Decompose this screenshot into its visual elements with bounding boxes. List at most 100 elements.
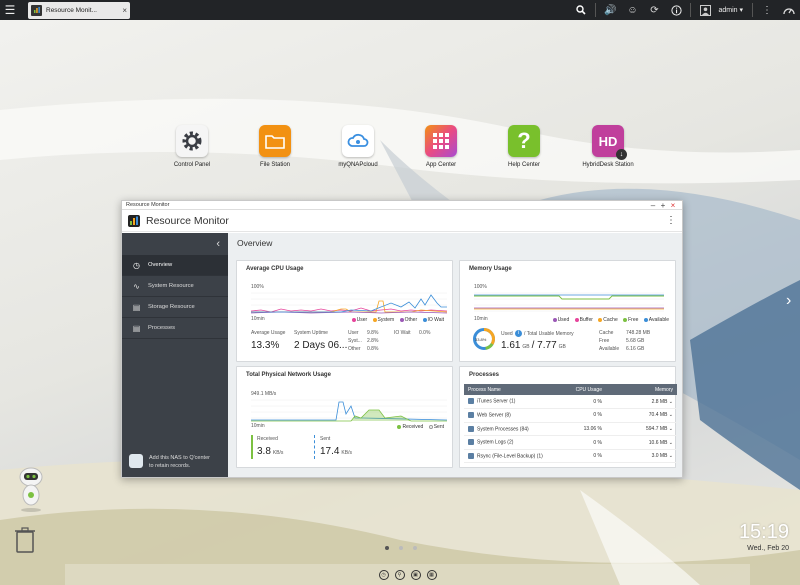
person-speech-icon[interactable]: ☺ [621, 0, 643, 20]
storage-icon: ▤ [132, 302, 141, 312]
divider [690, 3, 692, 17]
app-hybriddesk-station[interactable]: HD ↓ HybridDesk Station [573, 125, 643, 168]
app-file-station[interactable]: File Station [240, 125, 310, 168]
sidebar-item-system-resource[interactable]: ∿ System Resource [122, 276, 228, 297]
expand-icon[interactable]: ⌄ [669, 399, 673, 405]
info-icon[interactable] [665, 0, 687, 20]
process-memory: 10.6 MB [648, 439, 668, 446]
app-help-center[interactable]: ? Help Center [489, 125, 559, 168]
user-icon[interactable] [694, 0, 716, 20]
table-row[interactable]: Rsync (File-Level Backup) (1) 0 % 3.0 MB ⌄ [464, 449, 677, 464]
table-row[interactable]: System Processes (84) 13.06 % 594.7 MB ⌄ [464, 422, 677, 437]
uptime-label: System Uptime [294, 330, 328, 336]
next-page-icon[interactable]: › [786, 292, 791, 310]
column-process-name[interactable]: Process Name [464, 384, 554, 395]
more-options-icon[interactable]: ⋮ [666, 215, 676, 226]
avg-usage-label: Average Usage [251, 330, 286, 336]
available-label: Available [599, 346, 620, 352]
desktop-pager [380, 546, 422, 550]
used-unit: GB [522, 344, 530, 350]
expand-icon[interactable]: ⌄ [669, 453, 673, 459]
close-icon[interactable]: × [122, 6, 127, 15]
user-menu[interactable]: admin ▾ [716, 6, 749, 14]
qcenter-icon [129, 454, 143, 468]
table-row[interactable]: iTunes Server (1) 0 % 2.8 MB ⌄ [464, 395, 677, 410]
volume-icon[interactable]: 🔊 [599, 0, 621, 20]
dashboard-icon[interactable] [778, 0, 800, 20]
trash-icon[interactable] [14, 527, 36, 553]
x-axis-label: 10min [474, 316, 488, 322]
collapse-sidebar-icon[interactable]: ‹ [122, 233, 228, 255]
sync-icon[interactable]: ⟳ [643, 0, 665, 20]
more-icon[interactable]: ⋮ [756, 0, 778, 20]
network-sent-series [251, 401, 447, 421]
column-cpu-usage[interactable]: CPU Usage [554, 384, 606, 395]
process-name: iTunes Server (1) [477, 398, 516, 405]
qcenter-text-2: to retain records. [149, 463, 191, 469]
app-title: Resource Monitor [146, 214, 229, 227]
search-icon[interactable]: ⚲ [394, 569, 405, 580]
page-dot[interactable] [385, 546, 389, 550]
legend-cache: Cache [603, 317, 618, 323]
taskbar-tab-resource-monitor[interactable]: Resource Monit... × [28, 1, 130, 19]
received-label: Received [257, 436, 278, 442]
list-icon: ▤ [132, 323, 141, 333]
expand-icon[interactable]: ⌄ [669, 412, 673, 418]
app-header: Resource Monitor ⋮ [122, 210, 682, 232]
app-app-center[interactable]: App Center [406, 125, 476, 168]
column-memory[interactable]: Memory [606, 384, 677, 395]
network-chart [251, 399, 447, 422]
available-value: 6.16 GB [626, 346, 645, 352]
sent-value: 17.4 [320, 446, 340, 457]
legend-available: Available [648, 317, 669, 323]
sidebar-item-storage-resource[interactable]: ▤ Storage Resource [122, 297, 228, 318]
grid-icon [425, 125, 457, 157]
desktop-clock: 15:19 Wed., Feb 20 [739, 522, 789, 552]
window-titlebar[interactable]: Resource Monitor – + × [122, 201, 682, 210]
table-row[interactable]: Web Server (8) 0 % 70.4 MB ⌄ [464, 408, 677, 423]
sidebar-item-label: System Resource [148, 283, 194, 289]
process-name: Rsync (File-Level Backup) (1) [477, 453, 543, 460]
sidebar-item-processes[interactable]: ▤ Processes [122, 318, 228, 339]
legend-sent: Sent [433, 424, 444, 430]
search-icon[interactable] [570, 0, 592, 20]
table-row[interactable]: System Logs (2) 0 % 10.6 MB ⌄ [464, 435, 677, 450]
process-name: System Processes (84) [477, 426, 529, 433]
legend-received: Received [402, 424, 424, 430]
legend-free: Free [628, 317, 639, 323]
maximize-button[interactable]: + [658, 201, 668, 210]
cpu-usage-card: Average CPU Usage 100% 10min User System… [236, 260, 453, 362]
grid-icon[interactable]: ▦ [426, 569, 437, 580]
menu-icon[interactable]: ☰ [0, 0, 20, 20]
resource-monitor-window: Resource Monitor – + × Resource Monitor … [121, 200, 683, 478]
process-name: Web Server (8) [477, 412, 511, 419]
free-value: 5.68 GB [626, 338, 645, 344]
qcenter-link[interactable]: Add this NAS to Q'center to retain record… [129, 454, 210, 470]
expand-icon[interactable]: ⌄ [669, 426, 673, 432]
window-title: Resource Monitor [126, 202, 170, 208]
app-myqnapcloud[interactable]: myQNAPcloud [323, 125, 393, 168]
legend-iowait: IO Wait [427, 317, 444, 323]
page-dot[interactable] [399, 546, 403, 550]
cpu-legend: User System Other IO Wait [348, 317, 444, 323]
close-button[interactable]: × [668, 201, 678, 210]
page-dot[interactable] [413, 546, 417, 550]
sent-unit: KB/s [341, 450, 352, 456]
expand-icon[interactable]: ⌄ [669, 440, 673, 446]
process-icon [468, 398, 474, 405]
sidebar-item-label: Processes [148, 325, 176, 331]
top-bar: ☰ Resource Monit... × 🔊 ☺ ⟳ admin ▾ ⋮ [0, 0, 800, 20]
app-control-panel[interactable]: Control Panel [157, 125, 227, 168]
monitor-icon[interactable]: ▣ [410, 569, 421, 580]
sent-reading: 17.4 KB/s [320, 446, 352, 457]
process-cpu: 0 % [554, 395, 606, 410]
robot-assistant-icon[interactable] [12, 465, 50, 513]
page-title: Overview [237, 238, 273, 248]
minimize-button[interactable]: – [648, 201, 658, 210]
info-icon[interactable]: i [515, 330, 522, 337]
process-icon [468, 425, 474, 432]
tab-label: Resource Monit... [46, 6, 97, 14]
sidebar-item-overview[interactable]: ◷ Overview [122, 255, 228, 276]
pulse-icon: ∿ [133, 281, 140, 291]
dashboard-icon[interactable]: ◷ [378, 569, 389, 580]
